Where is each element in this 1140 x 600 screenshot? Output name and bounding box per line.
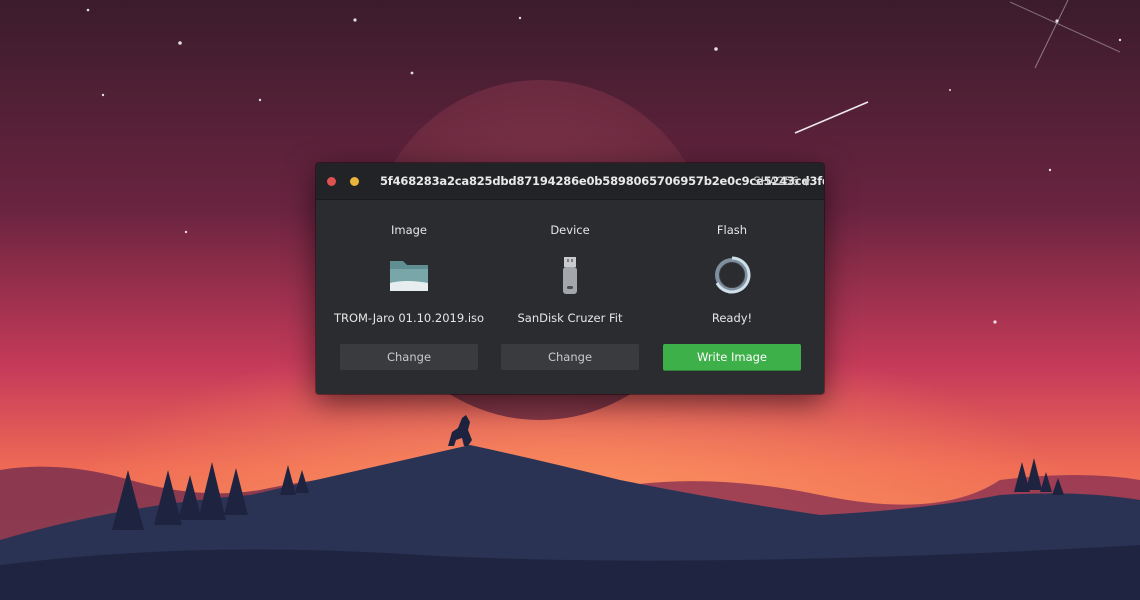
folder-icon (390, 261, 428, 291)
usb-drive-icon (563, 257, 577, 294)
image-hash: 5f468283a2ca825dbd87194286e0b58980657069… (380, 174, 824, 188)
flash-status: Ready! (711, 311, 753, 325)
flash-title: Flash (716, 223, 748, 237)
hash-algorithm-dropdown[interactable]: SHA256 ▼ (753, 163, 810, 199)
image-title: Image (390, 223, 428, 237)
device-section: Device SanDisk Cruzer Fit Change (501, 199, 639, 394)
app-window: 5f468283a2ca825dbd87194286e0b58980657069… (316, 163, 824, 394)
change-device-button[interactable]: Change (501, 344, 639, 371)
flash-section: Flash Ready! Write Image (663, 199, 801, 394)
close-window-button[interactable] (327, 177, 336, 186)
caret-down-icon: ▼ (803, 178, 810, 188)
titlebar: 5f468283a2ca825dbd87194286e0b58980657069… (316, 163, 824, 200)
image-file-name: TROM-Jaro 01.10.2019.iso (333, 311, 485, 325)
change-image-button[interactable]: Change (340, 344, 478, 371)
hash-algorithm-label: SHA256 (753, 174, 800, 188)
image-section: Image TROM-Jaro 01.10.2019.iso Change (334, 199, 484, 394)
minimize-window-button[interactable] (350, 177, 359, 186)
device-name: SanDisk Cruzer Fit (517, 311, 623, 325)
progress-ring-icon (715, 256, 751, 294)
write-image-button[interactable]: Write Image (663, 344, 801, 371)
device-title: Device (550, 223, 590, 237)
